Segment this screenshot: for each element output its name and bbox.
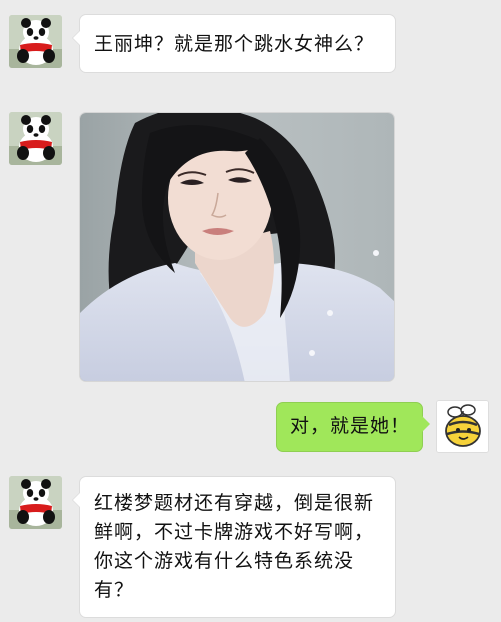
self-avatar[interactable] xyxy=(436,400,489,453)
message-bubble-incoming[interactable]: 红楼梦题材还有穿越，倒是很新鲜啊，不过卡牌游戏不好写啊，你这个游戏有什么特色系统… xyxy=(72,476,396,618)
contact-avatar[interactable] xyxy=(9,112,62,165)
image-message[interactable] xyxy=(79,112,395,382)
panda-avatar-icon xyxy=(9,15,62,68)
contact-avatar[interactable] xyxy=(9,15,62,68)
message-text: 红楼梦题材还有穿越，倒是很新鲜啊，不过卡牌游戏不好写啊，你这个游戏有什么特色系统… xyxy=(94,492,375,601)
message-text: 王丽坤？就是那个跳水女神么？ xyxy=(94,33,375,55)
contact-avatar[interactable] xyxy=(9,476,62,529)
message-text: 对，就是她！ xyxy=(290,415,411,437)
message-bubble-outgoing[interactable]: 对，就是她！ xyxy=(276,402,430,452)
panda-avatar-icon xyxy=(9,112,62,165)
message-bubble-incoming[interactable]: 王丽坤？就是那个跳水女神么？ xyxy=(72,14,396,73)
panda-avatar-icon xyxy=(9,476,62,529)
woman-portrait-image xyxy=(80,113,394,381)
bee-avatar-icon xyxy=(437,401,488,452)
